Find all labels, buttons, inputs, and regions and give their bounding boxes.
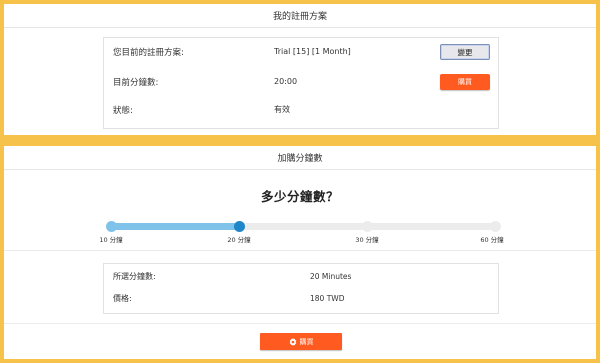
selected-minutes-value: 20 Minutes [310, 272, 352, 281]
plan-panel-title: 我的註冊方案 [272, 12, 327, 22]
change-plan-button-label: 變更 [457, 47, 473, 57]
status-value: 有效 [274, 105, 290, 114]
slider-stop-30[interactable] [362, 221, 373, 232]
purchase-summary-box: 所選分鐘數: 20 Minutes 價格: 180 TWD [103, 263, 499, 314]
minutes-slider[interactable] [106, 221, 501, 233]
current-plan-value: Trial [15] [1 Month] [274, 47, 351, 56]
slider-tick-label: 30 分鐘 [355, 236, 379, 244]
minutes-question: 多少分鐘數？ [260, 189, 339, 204]
price-label: 價格: [113, 294, 132, 303]
divider [4, 323, 596, 324]
slider-stop-10[interactable] [106, 221, 117, 232]
gear-icon [289, 337, 297, 346]
plan-panel-header: 我的註冊方案 [4, 4, 596, 28]
current-plan-label: 您目前的註冊方案: [113, 48, 184, 58]
slider-stop-20[interactable] [233, 221, 245, 232]
slider-tick-label: 60 分鐘 [480, 236, 504, 244]
change-plan-button[interactable]: 變更 [440, 44, 490, 60]
slider-tick-label: 10 分鐘 [99, 236, 123, 244]
selected-minutes-label: 所選分鐘數: [113, 272, 156, 281]
current-minutes-label: 目前分鐘數: [113, 78, 159, 88]
buy-minutes-panel-title: 加購分鐘數 [277, 154, 323, 164]
buy-plan-button-label: 購買 [458, 78, 472, 86]
current-minutes-value: 20:00 [274, 77, 298, 86]
price-value: 180 TWD [310, 294, 345, 303]
slider-stop-60[interactable] [490, 221, 501, 232]
status-label: 狀態: [113, 106, 133, 116]
slider-tick-label: 20 分鐘 [227, 236, 251, 244]
plan-details-box: 您目前的註冊方案: Trial [15] [1 Month] 目前分鐘數: 20… [103, 37, 499, 129]
buy-minutes-panel: 加購分鐘數 多少分鐘數？ 10 分鐘 20 分鐘 30 分鐘 60 分鐘 所選分… [4, 146, 596, 359]
buy-plan-button[interactable]: 購買 [440, 74, 490, 90]
purchase-button[interactable]: 購買 [260, 333, 342, 350]
plan-panel: 我的註冊方案 您目前的註冊方案: Trial [15] [1 Month] 目前… [4, 4, 596, 135]
purchase-button-label: 購買 [299, 337, 314, 346]
slider-fill [111, 223, 239, 230]
buy-minutes-panel-header: 加購分鐘數 [4, 146, 596, 170]
divider [4, 250, 596, 251]
